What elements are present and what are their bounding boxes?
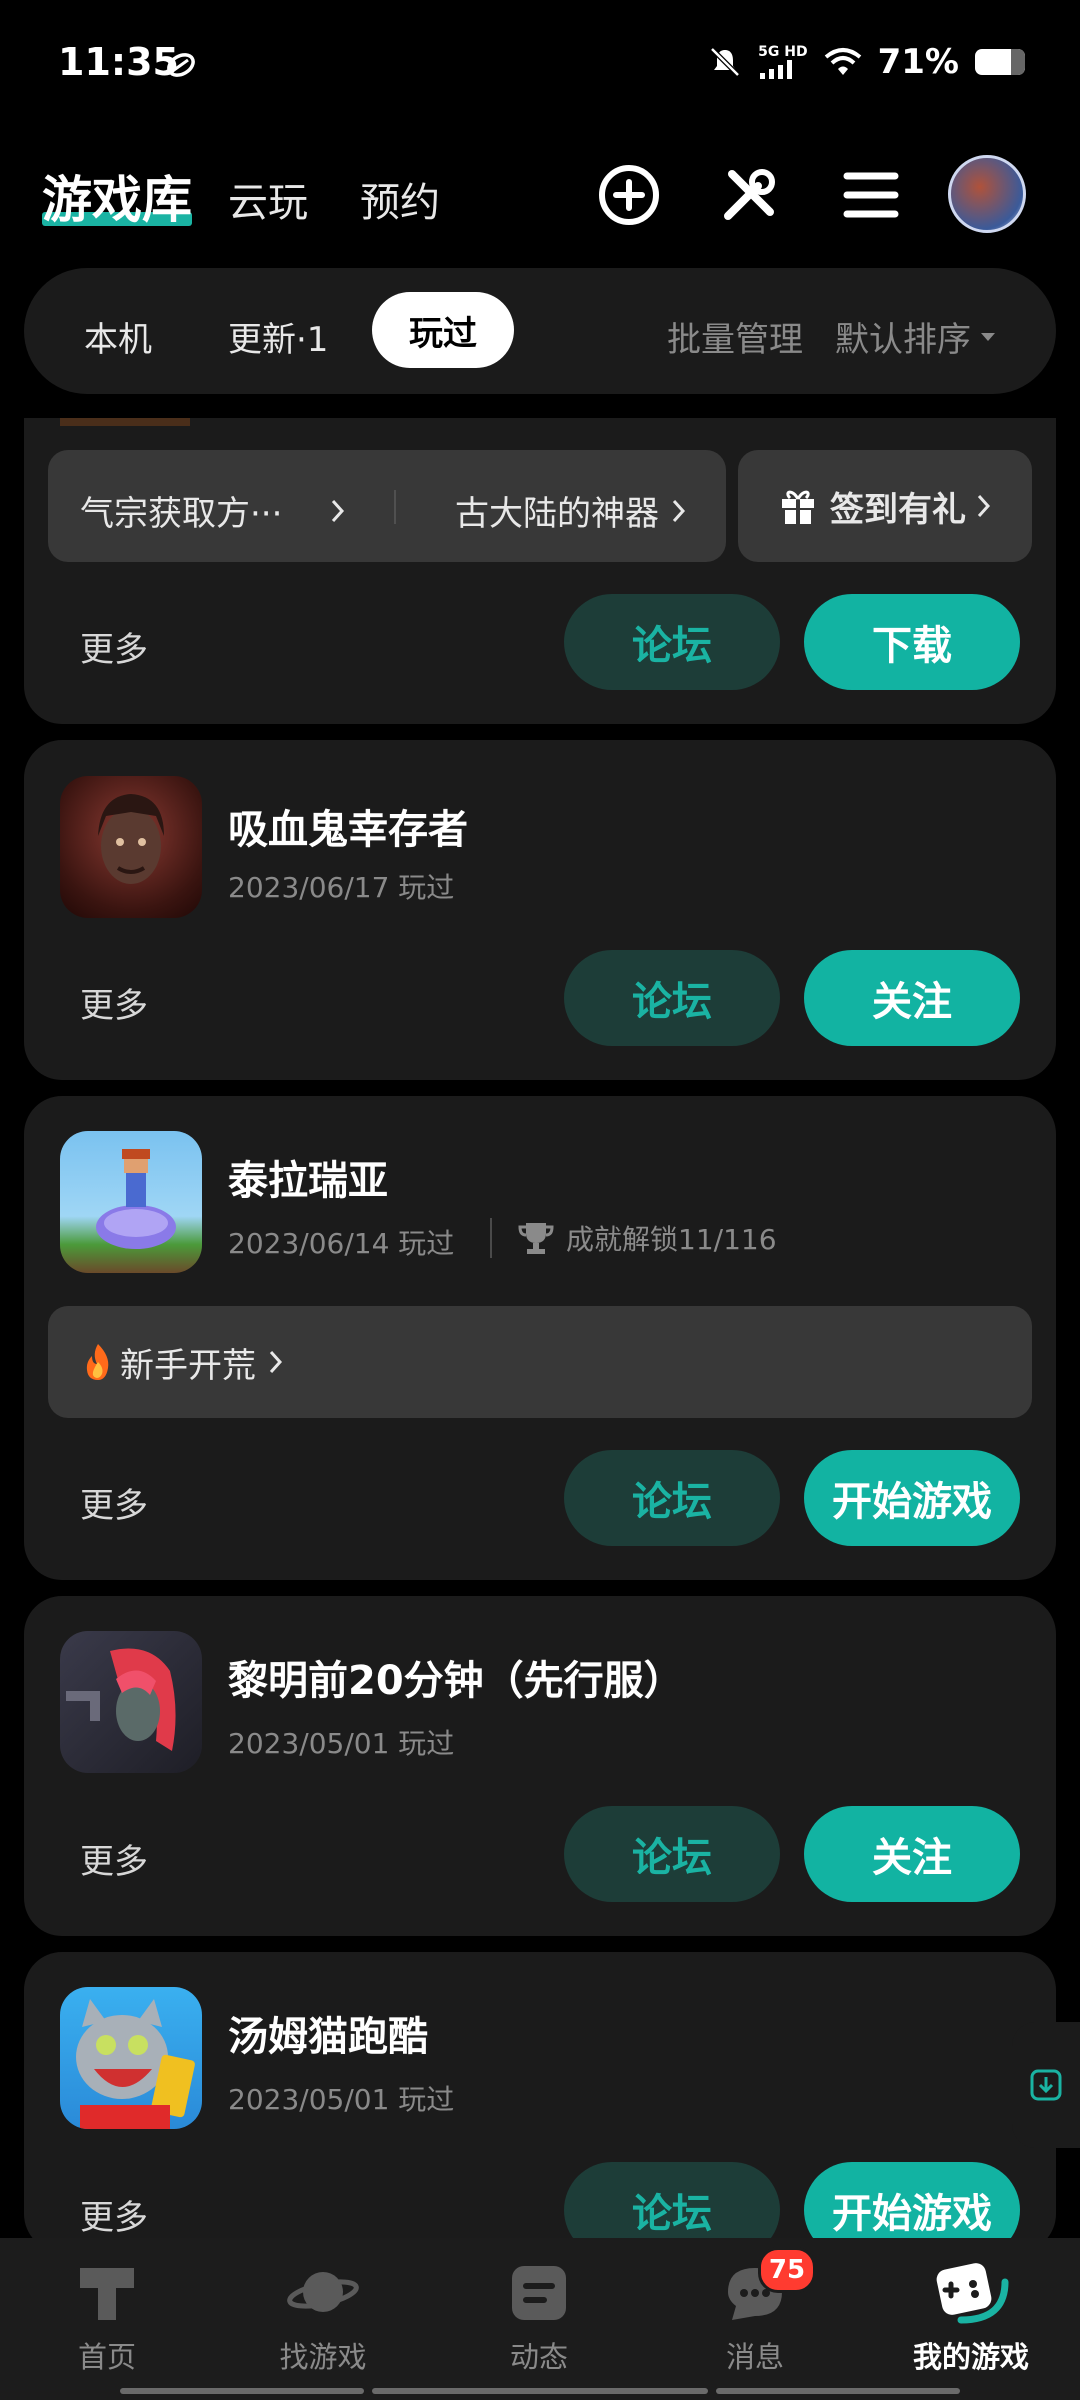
- forum-button[interactable]: 论坛: [564, 1450, 780, 1546]
- gift-icon: [782, 490, 814, 524]
- sort-dropdown[interactable]: 默认排序: [835, 312, 997, 361]
- battery-icon: [975, 49, 1025, 75]
- more-button[interactable]: 更多: [80, 2190, 148, 2239]
- wifi-icon: [824, 48, 861, 75]
- gesture-bar: [372, 2388, 708, 2394]
- gesture-bar: [716, 2388, 960, 2394]
- nav-feed[interactable]: 动态: [474, 2262, 604, 2376]
- caret-down-icon: [981, 332, 995, 341]
- filter-tab-local[interactable]: 本机: [84, 312, 152, 361]
- gesture-bar: [120, 2388, 364, 2394]
- mute-icon: [710, 47, 740, 77]
- status-bar: 11:35 5G HD 71%: [0, 0, 1080, 130]
- status-time: 11:35: [58, 40, 179, 84]
- tools-icon[interactable]: [712, 158, 786, 232]
- chevron-right-icon: [332, 499, 345, 522]
- chevron-right-icon: [672, 499, 686, 522]
- nav-find-games[interactable]: 找游戏: [258, 2262, 388, 2376]
- game-title[interactable]: 黎明前20分钟（先行服）: [228, 1648, 684, 1706]
- menu-icon[interactable]: [834, 158, 908, 232]
- more-button[interactable]: 更多: [80, 1478, 148, 1527]
- played-date: 2023/06/14 玩过: [228, 1227, 455, 1260]
- game-title[interactable]: 泰拉瑞亚: [228, 1148, 388, 1206]
- tab-reservation[interactable]: 预约: [360, 170, 440, 228]
- trophy-icon: [518, 1223, 554, 1254]
- more-button[interactable]: 更多: [80, 1834, 148, 1883]
- start-game-button[interactable]: 开始游戏: [804, 1450, 1020, 1546]
- follow-button[interactable]: 关注: [804, 950, 1020, 1046]
- feed-icon: [512, 2266, 566, 2320]
- game-title[interactable]: 汤姆猫跑酷: [228, 2004, 428, 2062]
- download-button[interactable]: 下载: [804, 594, 1020, 690]
- status-icons: 5G HD 71%: [708, 42, 1025, 82]
- game-title[interactable]: 吸血鬼幸存者: [228, 797, 468, 855]
- page-title[interactable]: 游戏库: [42, 160, 192, 232]
- nfc-icon: [167, 53, 195, 77]
- battery-percent: 71%: [877, 42, 959, 82]
- gift-checkin-button[interactable]: 签到有礼: [738, 450, 1032, 562]
- floating-download-button[interactable]: [1012, 2022, 1080, 2148]
- strategy-link-2[interactable]: 古大陆的神器: [455, 486, 687, 535]
- batch-manage-button[interactable]: 批量管理: [667, 312, 803, 361]
- nav-my-games[interactable]: 我的游戏: [906, 2262, 1036, 2376]
- played-date: 2023/05/01 玩过: [228, 2083, 455, 2116]
- nav-home[interactable]: 首页: [42, 2262, 172, 2376]
- guide-link[interactable]: 新手开荒: [48, 1306, 1032, 1418]
- game-icon-20-minutes-till-dawn[interactable]: [60, 1631, 202, 1773]
- divider: [490, 1218, 492, 1258]
- strategy-link-1[interactable]: 气宗获取方···: [80, 486, 346, 535]
- game-icon-vampire-survivors[interactable]: [60, 776, 202, 918]
- download-icon: [1030, 2069, 1062, 2101]
- forum-button[interactable]: 论坛: [564, 950, 780, 1046]
- chevron-right-icon: [977, 494, 991, 518]
- signal-icon: 5G HD: [758, 45, 808, 79]
- filter-tab-updates[interactable]: 更新·1: [228, 312, 328, 361]
- game-icon-partial: [60, 418, 190, 426]
- game-icon-talking-tom-gold-run[interactable]: [60, 1987, 202, 2129]
- played-date: 2023/06/17 玩过: [228, 871, 455, 904]
- follow-button[interactable]: 关注: [804, 1806, 1020, 1902]
- my-games-icon: [936, 2263, 1009, 2324]
- fire-icon: [86, 1344, 109, 1380]
- forum-button[interactable]: 论坛: [564, 594, 780, 690]
- game-icon-terraria[interactable]: [60, 1131, 202, 1273]
- played-date: 2023/05/01 玩过: [228, 1727, 455, 1760]
- divider: [394, 490, 396, 524]
- avatar[interactable]: [948, 155, 1026, 233]
- achievement-info: 成就解锁11/116: [518, 1218, 777, 1258]
- chevron-right-icon: [269, 1350, 283, 1374]
- more-button[interactable]: 更多: [80, 978, 148, 1027]
- more-button[interactable]: 更多: [80, 622, 148, 671]
- add-icon[interactable]: [592, 158, 666, 232]
- home-icon: [80, 2268, 134, 2320]
- forum-button[interactable]: 论坛: [564, 1806, 780, 1902]
- message-badge: 75: [758, 2247, 816, 2293]
- tab-cloud-play[interactable]: 云玩: [228, 170, 308, 228]
- filter-tab-played[interactable]: 玩过: [372, 292, 514, 368]
- planet-icon: [287, 2272, 359, 2312]
